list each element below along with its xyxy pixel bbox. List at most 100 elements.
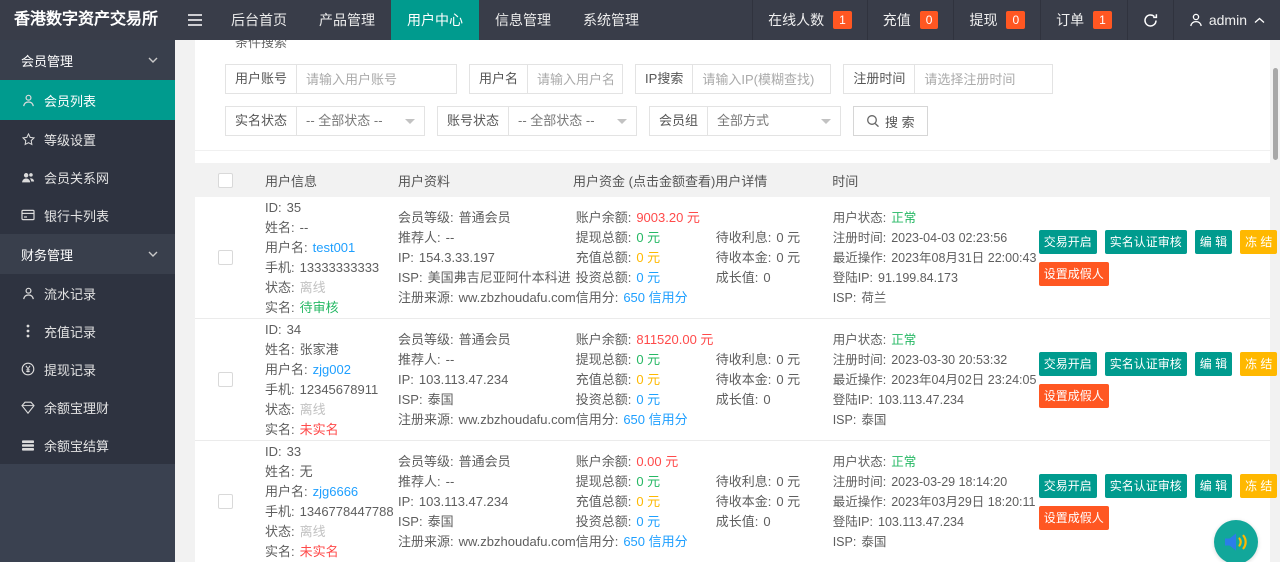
voice-broadcast-button[interactable] bbox=[1214, 520, 1258, 562]
sidebar-item-level-settings[interactable]: 等级设置 bbox=[0, 120, 175, 158]
realname-status-select[interactable]: -- 全部状态 -- bbox=[297, 106, 426, 136]
trade-toggle-button[interactable]: 交易开启 bbox=[1038, 473, 1097, 498]
row-checkbox[interactable] bbox=[218, 494, 233, 509]
sidebar-item-yuebao-finance[interactable]: 余额宝理财 bbox=[0, 388, 175, 426]
stat-recharge[interactable]: 充值 0 bbox=[866, 0, 954, 40]
topnav-item-dashboard[interactable]: 后台首页 bbox=[215, 0, 303, 40]
user-realname: 无 bbox=[299, 463, 313, 479]
topnav-item-info[interactable]: 信息管理 bbox=[479, 0, 567, 40]
realname-status: 待审核 bbox=[299, 299, 339, 315]
recharge-amount[interactable]: 0 元 bbox=[636, 250, 660, 265]
sidebar-item-withdraw-records[interactable]: 提现记录 bbox=[0, 350, 175, 388]
sidebar-group-finance-management[interactable]: 财务管理 bbox=[0, 234, 175, 274]
invest-amount[interactable]: 0 元 bbox=[636, 270, 660, 285]
stat-withdraw-label: 提现 bbox=[969, 12, 998, 28]
edit-button[interactable]: 编 辑 bbox=[1194, 351, 1233, 376]
trade-toggle-button[interactable]: 交易开启 bbox=[1038, 351, 1097, 376]
row-checkbox[interactable] bbox=[218, 372, 233, 387]
ip-input[interactable] bbox=[693, 64, 832, 94]
balance-amount[interactable]: 9003.20 元 bbox=[636, 210, 700, 225]
trade-toggle-button[interactable]: 交易开启 bbox=[1038, 229, 1097, 254]
username-link[interactable]: zjg6666 bbox=[313, 484, 359, 499]
recharge-amount[interactable]: 0 元 bbox=[636, 494, 660, 509]
set-fake-button[interactable]: 设置成假人 bbox=[1038, 383, 1109, 408]
regtime-input[interactable] bbox=[915, 64, 1054, 94]
topnav-item-user-center[interactable]: 用户中心 bbox=[391, 0, 479, 40]
table-row: ID: 34 姓名: 张家港 用户名: zjg002 手机: 12345678911 状… bbox=[195, 319, 1278, 441]
refresh-icon[interactable] bbox=[1126, 0, 1173, 40]
credit-score[interactable]: 650 信用分 bbox=[623, 412, 687, 427]
edit-button[interactable]: 编 辑 bbox=[1194, 473, 1233, 498]
account-status: 正常 bbox=[891, 210, 917, 225]
set-fake-button[interactable]: 设置成假人 bbox=[1038, 261, 1109, 286]
user-icon bbox=[21, 287, 35, 300]
users-icon bbox=[21, 171, 35, 184]
freeze-button[interactable]: 冻 结 bbox=[1240, 351, 1278, 376]
sidebar-item-bank-card-list[interactable]: 银行卡列表 bbox=[0, 196, 175, 234]
main-content: 条件搜索 用户账号 用户名 IP搜索 注册时间 实名状态 bbox=[175, 40, 1280, 562]
freeze-button[interactable]: 冻 结 bbox=[1240, 473, 1278, 498]
yen-circle-icon bbox=[21, 362, 35, 376]
sidebar-item-member-list[interactable]: 会员列表 bbox=[0, 80, 175, 120]
stat-online[interactable]: 在线人数 1 bbox=[752, 0, 867, 40]
invest-amount[interactable]: 0 元 bbox=[636, 514, 660, 529]
sidebar-item-flow-records[interactable]: 流水记录 bbox=[0, 274, 175, 312]
scrollbar[interactable] bbox=[1273, 68, 1278, 160]
invest-amount[interactable]: 0 元 bbox=[636, 392, 660, 407]
top-menu: 后台首页 产品管理 用户中心 信息管理 系统管理 bbox=[215, 0, 655, 40]
stat-recharge-badge: 0 bbox=[919, 11, 939, 29]
realname-audit-button[interactable]: 实名认证审核 bbox=[1104, 473, 1187, 498]
username-link[interactable]: test001 bbox=[313, 240, 356, 255]
user-menu[interactable]: admin bbox=[1172, 0, 1280, 40]
hamburger-icon[interactable] bbox=[175, 0, 215, 40]
table-row: ID: 35 姓名: -- 用户名: test001 手机: 13333333333 状… bbox=[195, 197, 1278, 319]
account-status-select[interactable]: -- 全部状态 -- bbox=[509, 106, 638, 136]
username-input[interactable] bbox=[528, 64, 624, 94]
topnav-item-products[interactable]: 产品管理 bbox=[303, 0, 391, 40]
caret-down-icon bbox=[405, 119, 416, 129]
select-all-checkbox[interactable] bbox=[218, 172, 233, 188]
balance-amount[interactable]: 0.00 元 bbox=[636, 454, 678, 469]
credit-score[interactable]: 650 信用分 bbox=[623, 534, 687, 549]
filter-row-2: 实名状态 -- 全部状态 -- 账号状态 -- 全部状态 -- 会员组 全部方式 bbox=[225, 106, 1240, 136]
sidebar-item-recharge-records[interactable]: 充值记录 bbox=[0, 312, 175, 350]
search-button[interactable]: 搜 索 bbox=[853, 106, 928, 136]
stat-withdraw[interactable]: 提现 0 bbox=[953, 0, 1040, 40]
account-status: 正常 bbox=[891, 332, 917, 347]
topnav-item-system[interactable]: 系统管理 bbox=[567, 0, 655, 40]
username-link[interactable]: zjg002 bbox=[313, 362, 351, 377]
top-navbar: 香港数字资产交易所 后台首页 产品管理 用户中心 信息管理 系统管理 在线人数 … bbox=[0, 0, 1280, 40]
online-status: 离线 bbox=[299, 401, 326, 417]
filter-username: 用户名 bbox=[469, 64, 624, 94]
sidebar-item-member-network[interactable]: 会员关系网 bbox=[0, 158, 175, 196]
panel-title: 条件搜索 bbox=[235, 40, 288, 50]
row-checkbox[interactable] bbox=[218, 250, 233, 265]
speaker-icon bbox=[1223, 530, 1249, 554]
user-phone: 13333333333 bbox=[299, 259, 380, 275]
member-group-select[interactable]: 全部方式 bbox=[708, 106, 842, 136]
set-fake-button[interactable]: 设置成假人 bbox=[1038, 505, 1109, 530]
stack-icon bbox=[21, 439, 35, 452]
realname-audit-button[interactable]: 实名认证审核 bbox=[1104, 351, 1187, 376]
withdraw-amount[interactable]: 0 元 bbox=[636, 230, 660, 245]
online-status: 离线 bbox=[299, 279, 326, 295]
diamond-icon bbox=[21, 401, 35, 414]
credit-score[interactable]: 650 信用分 bbox=[623, 290, 687, 305]
dots-vertical-icon bbox=[21, 324, 35, 338]
stat-online-label: 在线人数 bbox=[768, 12, 825, 28]
sidebar-group-member-management[interactable]: 会员管理 bbox=[0, 40, 175, 80]
stat-orders[interactable]: 订单 1 bbox=[1040, 0, 1127, 40]
edit-button[interactable]: 编 辑 bbox=[1194, 229, 1233, 254]
account-input[interactable] bbox=[297, 64, 458, 94]
sidebar-item-yuebao-settlement[interactable]: 余额宝结算 bbox=[0, 426, 175, 464]
balance-amount[interactable]: 811520.00 元 bbox=[636, 332, 713, 347]
freeze-button[interactable]: 冻 结 bbox=[1240, 229, 1278, 254]
withdraw-amount[interactable]: 0 元 bbox=[636, 352, 660, 367]
recharge-amount[interactable]: 0 元 bbox=[636, 372, 660, 387]
table-header: 用户信息 用户资料 用户资金 (点击金额查看) 用户详情 时间 bbox=[195, 163, 1270, 197]
realname-audit-button[interactable]: 实名认证审核 bbox=[1104, 229, 1187, 254]
withdraw-amount[interactable]: 0 元 bbox=[636, 474, 660, 489]
online-status: 离线 bbox=[299, 523, 326, 539]
filter-realname-status: 实名状态 -- 全部状态 -- bbox=[225, 106, 426, 136]
chevron-up-icon bbox=[1254, 17, 1265, 24]
